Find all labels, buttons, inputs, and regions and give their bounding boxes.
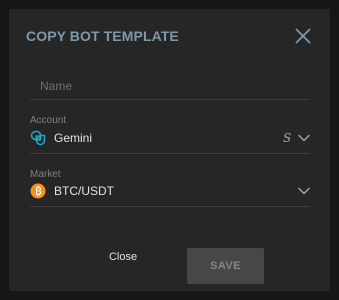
close-button[interactable]: Close	[99, 246, 147, 268]
bitcoin-icon	[30, 183, 46, 199]
market-label: Market	[30, 169, 61, 180]
account-label: Account	[30, 115, 67, 126]
name-field	[30, 69, 310, 100]
copy-bot-template-dialog: COPY BOT TEMPLATE Account Gemini S Marke…	[9, 9, 330, 291]
close-icon[interactable]	[294, 27, 312, 45]
market-select[interactable]: BTC/USDT	[30, 182, 310, 200]
chevron-down-icon	[298, 187, 310, 195]
account-value: Gemini	[54, 131, 93, 145]
market-value: BTC/USDT	[54, 184, 114, 198]
market-field: Market BTC/USDT	[30, 169, 310, 207]
account-field: Account Gemini S	[30, 115, 310, 154]
save-button[interactable]: SAVE	[187, 248, 264, 284]
gemini-icon	[30, 130, 46, 146]
account-select[interactable]: Gemini S	[30, 129, 310, 147]
chevron-down-icon	[298, 134, 310, 142]
account-extra-glyph: S	[283, 131, 292, 145]
dialog-title: COPY BOT TEMPLATE	[26, 28, 179, 44]
name-input[interactable]	[30, 77, 310, 95]
